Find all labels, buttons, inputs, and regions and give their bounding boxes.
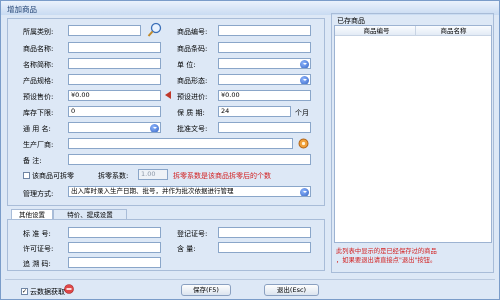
hint-line-1: 此列表中显示的是已经保存过的商品 [336, 248, 437, 255]
manage-value: 出入库时录入生产日期、批号，并作为批次依据进行管理 [71, 187, 234, 195]
chevron-down-icon[interactable] [300, 75, 309, 84]
exit-button[interactable]: 退出(Esc) [264, 284, 319, 296]
stock-min-input[interactable]: 0 [68, 106, 161, 117]
split-ratio-input[interactable]: 1.00 [138, 169, 168, 180]
product-code-label: 商品条码: [177, 45, 208, 53]
remark-input[interactable] [68, 154, 311, 165]
spec-input[interactable] [68, 74, 161, 85]
split-ratio-label: 拆零系数: [98, 172, 129, 180]
product-no-input[interactable] [218, 25, 311, 36]
approval-label: 批准文号: [177, 125, 208, 133]
unit-label: 单 位: [177, 61, 196, 69]
standard-input[interactable] [68, 227, 161, 238]
content-input[interactable] [218, 242, 311, 253]
cloud-checkbox[interactable]: ✓ [21, 288, 28, 295]
shelf-life-unit: 个月 [295, 109, 309, 117]
remark-label: 备 注: [23, 157, 42, 165]
product-code-input[interactable] [218, 42, 311, 53]
common-name-select[interactable] [68, 122, 161, 133]
add-product-window: 增加商品 所属类别: 商品编号: 商品名称: 商品条码: 名称简称: 单 位: … [0, 0, 500, 300]
sale-price-input[interactable]: ¥0.00 [218, 90, 311, 101]
split-checkbox-label: 该商品可拆零 [32, 172, 74, 180]
product-no-label: 商品编号: [177, 28, 208, 36]
purchase-price-input[interactable]: ¥0.00 [68, 90, 161, 101]
short-name-label: 名称简称: [23, 61, 54, 69]
short-name-input[interactable] [68, 58, 161, 69]
license-input[interactable] [68, 242, 161, 253]
column-header[interactable]: 商品名称 [416, 26, 491, 36]
manage-label: 管理方式: [23, 190, 54, 198]
trace-label: 追 溯 码: [23, 260, 51, 268]
column-header[interactable]: 商品编号 [338, 26, 416, 36]
manufacturer-input[interactable] [68, 138, 293, 149]
arrow-left-icon[interactable] [165, 91, 173, 99]
split-checkbox[interactable] [23, 172, 30, 179]
trace-input[interactable] [68, 257, 161, 268]
category-input[interactable] [68, 25, 141, 36]
save-button[interactable]: 保存(F5) [181, 284, 231, 296]
standard-label: 标 准 号: [23, 230, 51, 238]
manage-select[interactable]: 出入库时录入生产日期、批号，并作为批次依据进行管理 [68, 186, 311, 197]
gear-icon[interactable] [298, 138, 309, 149]
cloud-checkbox-label: 云数据获取 [30, 288, 65, 296]
purchase-price-label: 预设售价: [23, 93, 54, 101]
common-name-label: 通 用 名: [23, 125, 51, 133]
stock-min-label: 库存下限: [23, 109, 54, 117]
unit-select[interactable] [218, 58, 311, 69]
split-hint: 拆零系数是该商品拆零后的个数 [173, 172, 271, 180]
product-name-input[interactable] [68, 42, 161, 53]
cloud-icon [64, 284, 74, 294]
reg-cert-input[interactable] [218, 227, 311, 238]
shelf-life-input[interactable]: 24 [218, 106, 291, 117]
footer-divider [5, 279, 495, 280]
form-label: 商品形态: [177, 77, 208, 85]
reg-cert-label: 登记证号: [177, 230, 208, 238]
existing-products-table[interactable]: 商品编号 商品名称 [334, 25, 492, 243]
search-icon[interactable] [147, 22, 163, 38]
product-name-label: 商品名称: [23, 45, 54, 53]
chevron-down-icon[interactable] [150, 123, 159, 132]
approval-input[interactable] [218, 122, 311, 133]
content-label: 含 量: [177, 245, 196, 253]
spec-label: 产品规格: [23, 77, 54, 85]
license-label: 许可证号: [23, 245, 54, 253]
category-label: 所属类别: [23, 28, 54, 36]
chevron-down-icon[interactable] [300, 187, 309, 196]
tab-other-settings[interactable]: 其他设置 [11, 209, 53, 219]
form-select[interactable] [218, 74, 311, 85]
window-title: 增加商品 [7, 5, 37, 14]
chevron-down-icon[interactable] [300, 59, 309, 68]
manufacturer-label: 生产厂商: [23, 141, 54, 149]
sale-price-label: 预设进价: [177, 93, 208, 101]
shelf-life-label: 保 质 期: [177, 109, 205, 117]
hint-line-2: ，如果要退出请直接点"退出"按钮。 [336, 257, 437, 264]
tab-special-price[interactable]: 特价、提成设置 [53, 209, 127, 219]
